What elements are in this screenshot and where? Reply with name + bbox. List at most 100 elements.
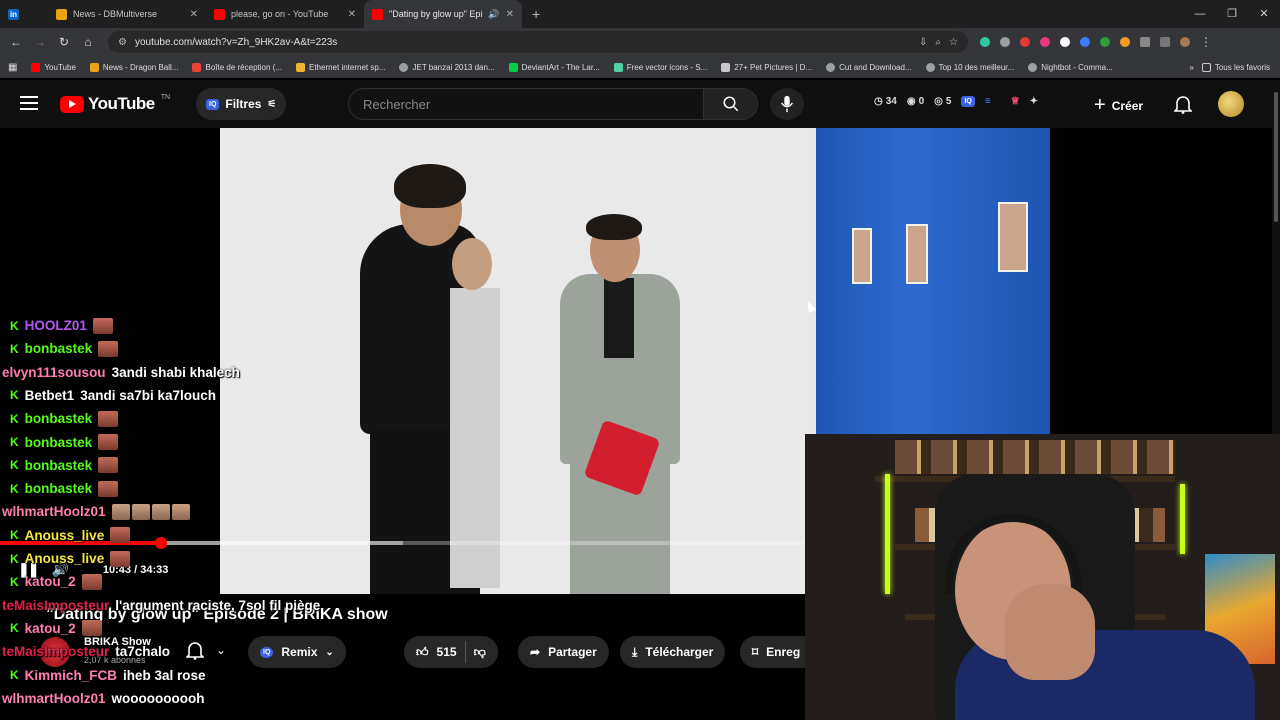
site-info-icon[interactable]: ⚙ [118,37,127,48]
chevron-right-icon[interactable]: » [1189,63,1193,72]
youtube-logo[interactable]: YouTube TN [60,94,170,114]
person-suit-shirt [604,278,634,358]
url-field[interactable]: ⚙ youtube.com/watch?v=Zh_9HK2av-A&t=223s… [108,31,968,53]
bookmark-item[interactable]: DeviantArt - The Lar... [508,62,600,72]
globe-icon [925,62,935,72]
close-icon[interactable]: ✕ [348,9,356,20]
all-bookmarks[interactable]: Tous les favoris [1201,62,1270,72]
list-icon[interactable]: ≡ [985,96,991,107]
download-button[interactable]: ⤓ Télécharger [620,636,726,668]
bookmark-item[interactable]: Cut and Download... [826,62,912,72]
new-tab-button[interactable]: + [522,6,550,22]
reload-icon[interactable]: ↻ [52,35,76,49]
back-icon[interactable]: ← [4,35,28,49]
puzzle-icon[interactable] [1140,37,1150,47]
kick-badge-icon: K [10,574,19,589]
search-input[interactable]: Rechercher [349,97,703,112]
chat-username[interactable]: bonbastek [25,341,93,356]
chat-username[interactable]: Anouss_live [25,551,105,566]
tab-title: "Dating by glow up" Episod [389,9,483,19]
like-button[interactable]: 👍︎ 515 [416,645,457,660]
streamer-webcam [805,434,1280,720]
restore-icon[interactable]: ❐ [1216,0,1248,28]
chat-username[interactable]: teMaisImposteur [2,598,109,613]
close-icon[interactable]: ✕ [190,9,198,20]
chat-username[interactable]: HOOLZ01 [25,318,87,333]
chat-username[interactable]: teMaisImposteur [2,644,109,659]
chat-username[interactable]: Anouss_live [25,528,105,543]
menu-dots-icon[interactable]: ⋮ [1200,35,1212,49]
kick-badge-icon: K [10,551,19,566]
search-button[interactable] [703,89,757,119]
emote-icon [151,503,170,520]
trophy-icon[interactable]: ♕ [1011,96,1020,107]
extension-icon[interactable] [980,37,990,47]
apps-grid-icon[interactable]: ▦ [8,62,17,73]
notifications-button[interactable] [1173,94,1193,119]
chat-username[interactable]: katou_2 [25,621,76,636]
forward-icon[interactable]: → [28,35,52,49]
emote-icon [98,410,119,427]
bookmark-item[interactable]: Boîte de réception (... [192,62,282,72]
chat-username[interactable]: wlhmartHoolz01 [2,691,106,706]
bookmark-item[interactable]: 27+ Pet Pictures | D... [721,62,812,72]
filters-button[interactable]: IQ Filtres ⚟ [196,88,287,120]
bookmark-item[interactable]: Nightbot - Comma... [1028,62,1113,72]
bookmark-item[interactable]: Free vector icons - S... [613,62,707,72]
save-button[interactable]: ⌑ Enreg [740,636,813,668]
share-button[interactable]: ➦ Partager [518,636,609,668]
profile-icon[interactable] [1180,37,1190,47]
zoom-icon[interactable]: ⌕ [935,37,941,48]
extension-icon[interactable] [1060,37,1070,47]
tab-dating-by-glow-up[interactable]: "Dating by glow up" Episod 🔊 ✕ [364,0,522,28]
head [452,238,492,290]
chat-username[interactable]: elvyn111sousou [2,365,106,380]
voice-search-button[interactable] [770,88,804,120]
chat-username[interactable]: bonbastek [25,411,93,426]
speaker-icon[interactable]: 🔊 [488,9,499,20]
tab-linkedin[interactable]: in [0,0,48,28]
chat-username[interactable]: bonbastek [25,481,93,496]
save-label: Enreg [766,645,801,659]
bookmark-item[interactable]: News - Dragon Ball... [89,62,178,72]
close-window-icon[interactable]: ✕ [1248,0,1280,28]
iq-icon[interactable]: IQ [961,96,975,107]
chat-username[interactable]: wlhmartHoolz01 [2,504,106,519]
extension-icon[interactable] [1080,37,1090,47]
tab-dbmultiverse[interactable]: News - DBMultiverse ✕ [48,0,206,28]
chat-username[interactable]: bonbastek [25,458,93,473]
sparkle-icon[interactable]: ✦ [1030,96,1038,107]
close-icon[interactable]: ✕ [506,9,514,20]
media-icon[interactable] [1160,37,1170,47]
bookmark-item[interactable]: Ethernet internet sp... [295,62,385,72]
extension-icon[interactable] [1120,37,1130,47]
create-button[interactable]: + Créer [1094,94,1143,117]
home-icon[interactable]: ⌂ [76,35,100,49]
remix-button[interactable]: IQ Remix ⌄ [248,636,346,668]
eye-icon: ◉ [906,96,916,107]
emote-icon [98,340,119,357]
bookmark-item[interactable]: JET banzai 2013 dan... [399,62,495,72]
extension-icon[interactable] [1000,37,1010,47]
youtube-icon [31,62,41,72]
chat-username[interactable]: Kimmich_FCB [25,668,117,683]
chat-username[interactable]: katou_2 [25,574,76,589]
extension-icon[interactable] [1100,37,1110,47]
tab-title: please, go on - YouTube [231,9,329,19]
bell-icon[interactable] [186,640,204,660]
scrubber-handle[interactable] [155,537,167,549]
bookmark-star-icon[interactable]: ☆ [949,37,958,48]
avatar[interactable] [1218,91,1244,117]
bookmark-item[interactable]: Top 10 des meilleur... [925,62,1014,72]
chat-username[interactable]: Betbet1 [25,388,75,403]
install-icon[interactable]: ⇩ [919,37,927,48]
tab-youtube-please-go-on[interactable]: please, go on - YouTube ✕ [206,0,364,28]
extension-icon[interactable] [1040,37,1050,47]
minimize-icon[interactable]: — [1184,0,1216,28]
chat-username[interactable]: bonbastek [25,435,93,450]
chevron-down-icon[interactable]: ⌄ [216,643,226,657]
dislike-button[interactable]: 👎︎ [474,645,486,660]
menu-icon[interactable] [20,96,38,110]
extension-icon[interactable] [1020,37,1030,47]
bookmark-item[interactable]: YouTube [31,62,76,72]
